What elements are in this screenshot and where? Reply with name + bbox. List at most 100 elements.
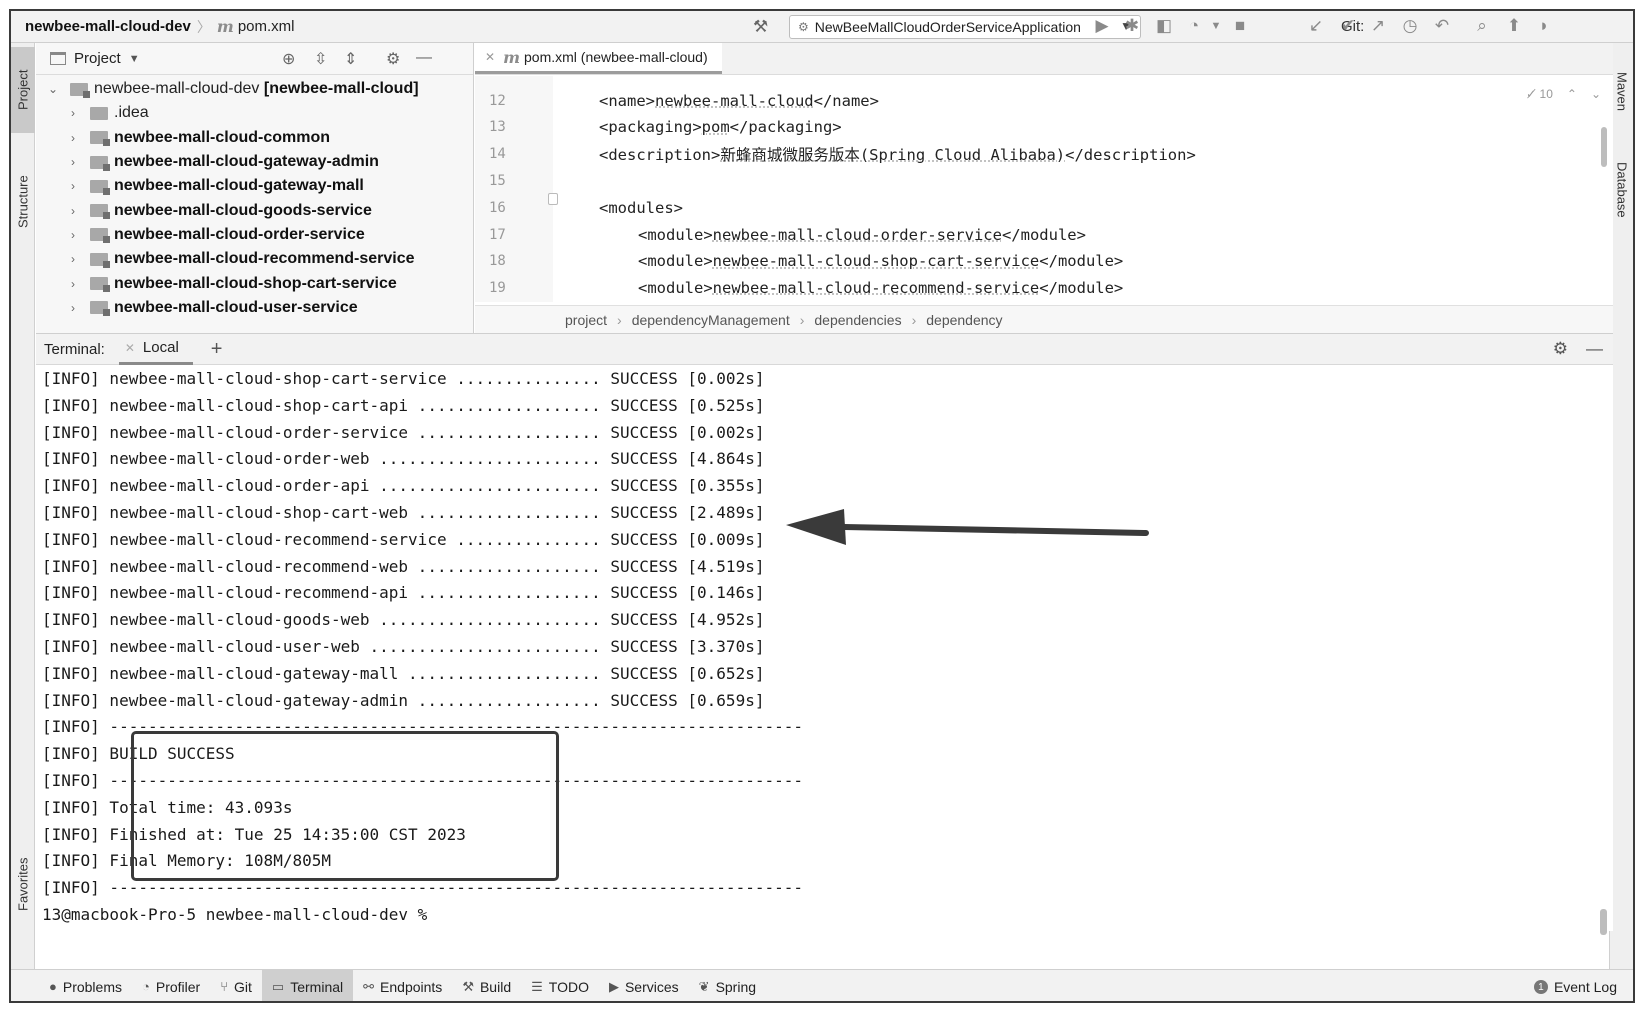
locate-icon[interactable]: ⊕ [282, 49, 295, 69]
code-line[interactable]: 12 <name>newbee-mall-cloud</name> [475, 87, 879, 114]
terminal-scrollbar[interactable] [1600, 909, 1607, 935]
xml-open-tag: <modules> [599, 198, 683, 217]
tool-tab-profiler[interactable]: ◔ Profiler [132, 970, 210, 1002]
editor-scrollbar[interactable] [1601, 127, 1607, 167]
terminal-output[interactable]: [INFO] newbee-mall-cloud-shop-cart-servi… [36, 365, 1613, 935]
chevron-down-icon[interactable]: ▼ [129, 53, 140, 65]
xml-value: newbee-mall-cloud-recommend-service [712, 279, 1040, 298]
tree-item[interactable]: › newbee-mall-cloud-order-service [36, 223, 473, 247]
favorites-tab-label: Favorites [15, 857, 31, 911]
tool-tab-endpoints[interactable]: ⚯ Endpoints [353, 970, 452, 1002]
collapse-all-icon[interactable]: ⇕ [344, 49, 357, 69]
tree-item[interactable]: › newbee-mall-cloud-recommend-service [36, 247, 473, 271]
tab-pom-xml[interactable]: ✕ m pom.xml (newbee-mall-cloud) [475, 43, 722, 74]
project-panel-title[interactable]: Project [74, 50, 121, 67]
code-text: <modules> [599, 199, 683, 217]
stop-icon[interactable]: ■ [1229, 16, 1251, 36]
build-hammer-icon[interactable]: ⚒ [753, 17, 768, 37]
tab-local[interactable]: ✕ Local [118, 333, 193, 365]
chevron-right-icon[interactable]: › [66, 179, 80, 193]
xml-close-tag: </name> [813, 91, 879, 110]
terminal-line: [INFO] newbee-mall-cloud-goods-web .....… [42, 610, 765, 630]
tree-root[interactable]: ⌄ newbee-mall-cloud-dev [newbee-mall-clo… [36, 77, 473, 101]
code-line[interactable]: 18 <module>newbee-mall-cloud-shop-cart-se… [475, 248, 1123, 275]
tree-item[interactable]: › newbee-mall-cloud-gateway-mall [36, 174, 473, 198]
breadcrumb-project[interactable]: newbee-mall-cloud-dev [25, 18, 191, 35]
tree-item[interactable]: › newbee-mall-cloud-common [36, 126, 473, 150]
history-icon[interactable]: ◷ [1399, 16, 1421, 36]
fold-icon[interactable] [548, 193, 558, 205]
terminal-line: 13@macbook-Pro-5 newbee-mall-cloud-dev % [42, 905, 428, 924]
update-icon[interactable]: ⬆ [1503, 16, 1525, 36]
tab-database[interactable]: Database [1610, 147, 1633, 233]
tab-favorites[interactable]: Favorites [11, 839, 35, 929]
chevron-right-icon[interactable]: › [66, 155, 80, 169]
code-line[interactable]: 15 [475, 167, 523, 194]
list-icon: ☰ [531, 978, 543, 994]
chevron-right-icon[interactable]: › [66, 204, 80, 218]
rollback-icon[interactable]: ↶ [1431, 16, 1453, 36]
chevron-right-icon[interactable]: › [66, 228, 80, 242]
breadcrumb-item[interactable]: dependencyManagement [632, 312, 790, 328]
search-icon[interactable]: ⌕ [1471, 16, 1493, 36]
tree-item[interactable]: › newbee-mall-cloud-shop-cart-service [36, 271, 473, 295]
code-text: <name>newbee-mall-cloud</name> [599, 92, 879, 110]
run-config-selector[interactable]: ⚙ NewBeeMallCloudOrderServiceApplication… [789, 15, 1141, 39]
chevron-up-icon[interactable]: ⌃ [1567, 87, 1577, 101]
gear-icon[interactable]: ⚙ [1553, 339, 1568, 359]
tool-tab-problems[interactable]: ● Problems [39, 970, 132, 1002]
code-line[interactable]: 13 <packaging>pom</packaging> [475, 114, 842, 141]
tool-tab-build[interactable]: ⚒ Build [452, 970, 521, 1002]
breadcrumb-item[interactable]: dependency [926, 312, 1002, 328]
code-line[interactable]: 19 <module>newbee-mall-cloud-recommend-se… [475, 275, 1123, 302]
hide-panel-icon[interactable]: — [1586, 339, 1603, 359]
tool-tab-todo[interactable]: ☰ TODO [521, 970, 599, 1002]
breadcrumb-file[interactable]: pom.xml [238, 18, 295, 35]
expand-all-icon[interactable]: ⇳ [314, 49, 327, 69]
tool-tab-terminal[interactable]: ▭ Terminal [261, 969, 354, 1001]
code-line[interactable]: 17 <module>newbee-mall-cloud-order-servic… [475, 221, 1086, 248]
tree-item[interactable]: › newbee-mall-cloud-goods-service [36, 198, 473, 222]
chevron-right-icon[interactable]: › [66, 252, 80, 266]
code-line[interactable]: 16 <modules> [475, 194, 683, 221]
profile-icon[interactable]: ◔ [1183, 16, 1205, 36]
chevron-right-icon[interactable]: › [66, 301, 80, 315]
tree-item[interactable]: › newbee-mall-cloud-user-service [36, 296, 473, 320]
editor-tabs: ✕ m pom.xml (newbee-mall-cloud) [475, 43, 1613, 75]
debug-icon[interactable]: ✱ [1121, 16, 1143, 36]
tab-structure[interactable]: Structure [11, 147, 35, 257]
breadcrumb-item[interactable]: project [565, 312, 607, 328]
hide-panel-icon[interactable]: — [416, 49, 432, 67]
tool-tab-spring[interactable]: ❦ Spring [689, 970, 766, 1002]
chevron-down-icon[interactable]: ⌄ [46, 82, 60, 96]
chevron-right-icon[interactable]: › [66, 131, 80, 145]
chevron-down-icon[interactable]: ⌄ [1591, 87, 1601, 101]
more-run-chevron-icon[interactable]: ▼ [1205, 20, 1227, 32]
tab-project[interactable]: Project [11, 47, 35, 133]
gear-icon[interactable]: ⚙ [386, 49, 400, 69]
run-icon[interactable]: ▶ [1091, 16, 1113, 36]
project-tab-label: Project [15, 69, 31, 111]
terminal-tab-label: Local [142, 339, 179, 356]
plugin-icon[interactable]: ◗ [1533, 16, 1555, 36]
tree-item[interactable]: › newbee-mall-cloud-gateway-admin [36, 150, 473, 174]
new-tab-plus-icon[interactable]: + [211, 338, 223, 361]
tree-item-label: newbee-mall-cloud-order-service [114, 225, 365, 243]
close-icon[interactable]: ✕ [485, 50, 495, 64]
breadcrumb-item[interactable]: dependencies [814, 312, 901, 328]
tool-tab-git[interactable]: ⑂ Git [210, 970, 262, 1002]
event-log-button[interactable]: 1 Event Log [1533, 970, 1617, 1001]
git-push-icon[interactable]: ↗ [1367, 16, 1389, 36]
git-update-icon[interactable]: ↙ [1305, 16, 1327, 36]
inspection-widget[interactable]: ✓̸ 10 ⌃ ⌄ [1526, 87, 1601, 101]
code-line[interactable]: 14 <description>新蜂商城微服务版本(Spring Cloud Al… [475, 141, 1196, 168]
chevron-right-icon[interactable]: › [66, 277, 80, 291]
git-commit-icon[interactable]: ✔ [1337, 16, 1359, 36]
coverage-icon[interactable]: ◧ [1153, 16, 1175, 36]
chevron-right-icon[interactable]: › [66, 106, 80, 120]
close-icon[interactable]: ✕ [125, 341, 135, 355]
tab-maven[interactable]: Maven [1610, 57, 1633, 127]
tool-tab-services[interactable]: ▶ Services [599, 970, 689, 1002]
event-log-badge: 1 [1533, 980, 1548, 994]
tree-item[interactable]: › .idea [36, 101, 473, 125]
